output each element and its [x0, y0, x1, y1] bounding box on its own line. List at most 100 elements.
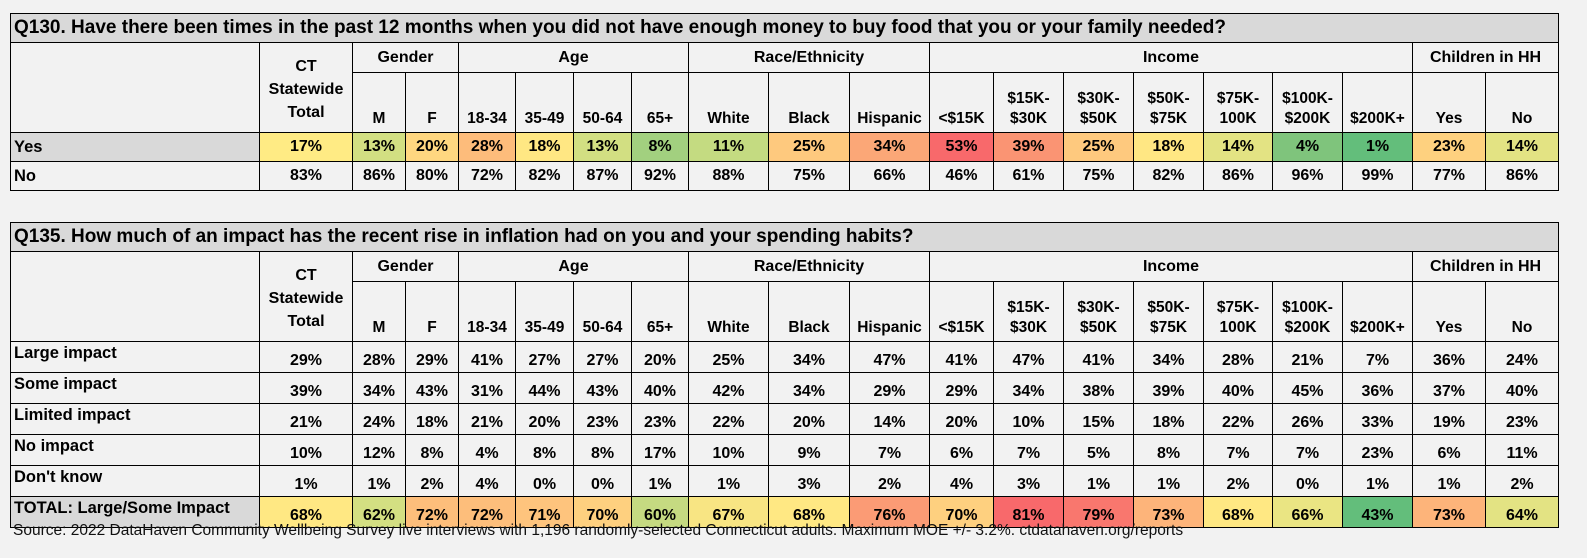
value-cell: 8% [405, 434, 459, 466]
value-cell: 34% [768, 372, 850, 404]
table-row: Limited impact 21% 24% 18% 21% 20% 23% 23% 22% 20… [10, 403, 1560, 435]
row-label: Large impact [10, 341, 260, 373]
subheader: 35-49 [515, 281, 574, 342]
value-cell: 26% [1272, 403, 1343, 435]
subheader: No [1484, 72, 1560, 133]
value-cell: 15% [1063, 403, 1134, 435]
value-cell: 1% [688, 465, 769, 497]
value-cell: 10% [688, 434, 769, 466]
subheader: Black [768, 72, 850, 133]
subheader: $100K- $200K [1272, 72, 1343, 133]
subheader: <$15K [929, 72, 994, 133]
value-cell: 1% [1342, 465, 1413, 497]
table-row: Yes 17% 13% 20% 28% 18% 13% 8% 11% 25% 34% 53% 39% 25… [10, 132, 1560, 162]
row-label: Some impact [10, 372, 260, 404]
value-cell: 19% [1412, 403, 1486, 435]
value-cell: 18% [1133, 403, 1204, 435]
value-cell: 39% [1133, 372, 1204, 404]
value-cell: 7% [1272, 434, 1343, 466]
value-cell: 4% [929, 465, 994, 497]
value-cell: 21% [458, 403, 516, 435]
subheader: $200K+ [1342, 281, 1413, 342]
subheader: F [405, 72, 459, 133]
q130-title: Q130. Have there been times in the past … [9, 13, 1560, 43]
value-cell: 21% [1272, 341, 1343, 373]
subheader: $30K- $50K [1063, 281, 1134, 342]
value-cell: 31% [458, 372, 516, 404]
q130-body: Yes 17% 13% 20% 28% 18% 13% 8% 11% 25% 34% 53% 39% 25… [10, 132, 1560, 191]
value-cell: 34% [768, 341, 850, 373]
value-cell: 86% [352, 161, 406, 191]
value-cell: 8% [573, 434, 632, 466]
value-cell: 73% [1412, 496, 1486, 528]
subheader: F [405, 281, 459, 342]
table-row: Some impact 39% 34% 43% 31% 44% 43% 40% 42% 34% 29… [10, 372, 1560, 404]
group-header-row: CT Statewide Total Gender Age Race/Ethnicity I… [10, 251, 1560, 342]
value-cell: 23% [1412, 132, 1486, 162]
q135-body: Large impact 29% 28% 29% 41% 27% 27% 20% 25% 34% 4… [10, 341, 1560, 528]
group-header-race-ethnicity: Race/Ethnicity [688, 42, 930, 73]
value-cell: 1% [352, 465, 406, 497]
subheader: 50-64 [573, 72, 632, 133]
value-cell: 34% [352, 372, 406, 404]
value-cell: 83% [259, 161, 353, 191]
subheader: $30K- $50K [1063, 72, 1134, 133]
value-cell: 29% [929, 372, 994, 404]
value-cell: 87% [573, 161, 632, 191]
value-cell: 1% [1063, 465, 1134, 497]
value-cell: 34% [993, 372, 1064, 404]
value-cell: 6% [1412, 434, 1486, 466]
value-cell: 3% [993, 465, 1064, 497]
value-cell: 43% [573, 372, 632, 404]
value-cell: 42% [688, 372, 769, 404]
value-cell: 40% [1203, 372, 1273, 404]
value-cell: 40% [631, 372, 689, 404]
value-cell: 88% [688, 161, 769, 191]
row-label-header [10, 251, 260, 342]
value-cell: 61% [993, 161, 1064, 191]
table-row: No 83% 86% 80% 72% 82% 87% 92% 88% 75% 66% 46% 61% 75… [10, 161, 1560, 191]
value-cell: 33% [1342, 403, 1413, 435]
value-cell: 68% [1203, 496, 1273, 528]
row-label: Limited impact [10, 403, 260, 435]
group-header-age: Age [458, 251, 689, 282]
subheader: 50-64 [573, 281, 632, 342]
value-cell: 3% [768, 465, 850, 497]
subheader: $75K- 100K [1203, 72, 1273, 133]
value-cell: 7% [1203, 434, 1273, 466]
value-cell: 25% [768, 132, 850, 162]
value-cell: 23% [1342, 434, 1413, 466]
value-cell: 18% [405, 403, 459, 435]
value-cell: 29% [849, 372, 930, 404]
subheader: $50K- $75K [1133, 281, 1204, 342]
group-header-income: Income [929, 42, 1413, 73]
row-label: Don't know [10, 465, 260, 497]
table-row: No impact 10% 12% 8% 4% 8% 8% 17% 10% 9% 7% 6% 7% 5% 8… [10, 434, 1560, 466]
value-cell: 22% [1203, 403, 1273, 435]
table-row: Don't know 1% 1% 2% 4% 0% 0% 1% 1% 3% 2% 4% 3% 1% 1% 2%… [10, 465, 1560, 497]
value-cell: 53% [929, 132, 994, 162]
value-cell: 43% [1342, 496, 1413, 528]
value-cell: 8% [631, 132, 689, 162]
row-label: No impact [10, 434, 260, 466]
value-cell: 4% [1272, 132, 1343, 162]
value-cell: 41% [458, 341, 516, 373]
value-cell: 82% [1133, 161, 1204, 191]
value-cell: 20% [405, 132, 459, 162]
subheader: $200K+ [1342, 72, 1413, 133]
value-cell: 72% [458, 161, 516, 191]
value-cell: 38% [1063, 372, 1134, 404]
value-cell: 1% [1342, 132, 1413, 162]
group-header-children-in-hh: Children in HH [1411, 42, 1560, 73]
value-cell: 20% [631, 341, 689, 373]
value-cell: 0% [573, 465, 632, 497]
value-cell: 14% [1203, 132, 1273, 162]
value-cell: 0% [515, 465, 574, 497]
subheader: Black [768, 281, 850, 342]
subheader: Yes [1412, 72, 1486, 133]
group-header-gender: Gender [352, 42, 459, 73]
value-cell: 27% [573, 341, 632, 373]
value-cell: 92% [631, 161, 689, 191]
source-note: Source: 2022 DataHaven Community Wellbei… [13, 522, 1184, 539]
subheader: 65+ [631, 281, 689, 342]
